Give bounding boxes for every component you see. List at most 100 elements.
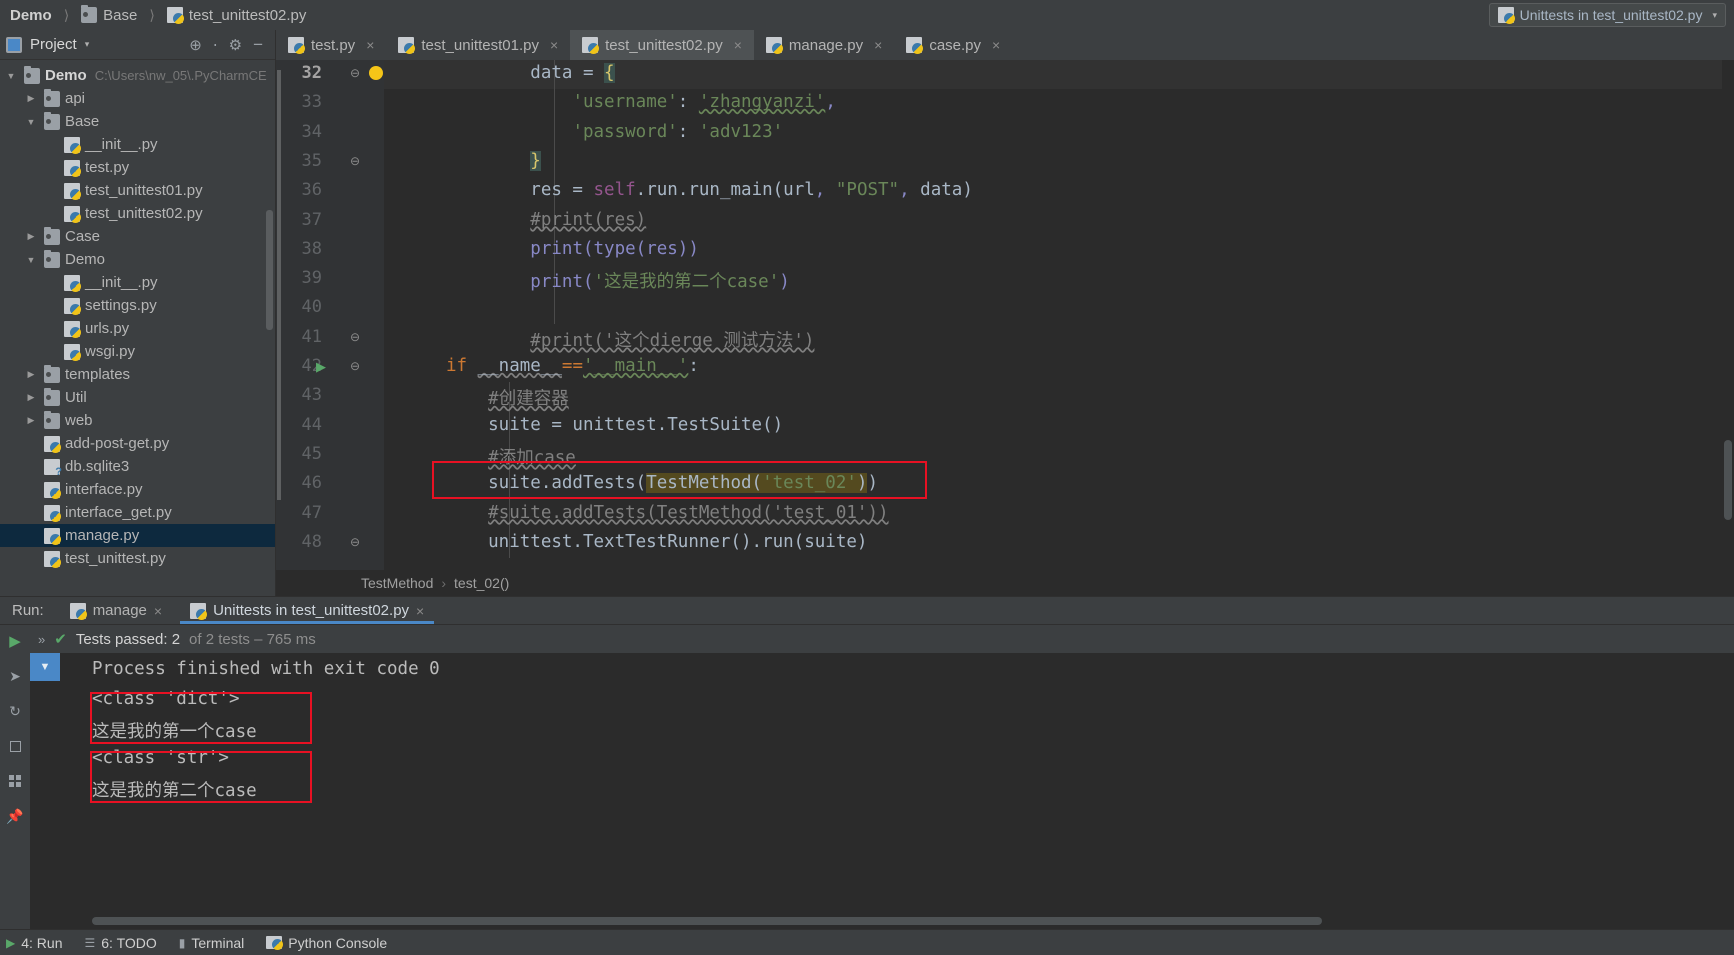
tree-item-test-py[interactable]: ▶test.py (0, 156, 275, 179)
breadcrumb-item-project[interactable]: Demo (10, 7, 52, 24)
tree-item-wsgi-py[interactable]: ▶wsgi.py (0, 340, 275, 363)
editor-scrollbar[interactable] (1722, 60, 1734, 570)
stop-icon[interactable] (5, 736, 25, 756)
code-fold-icon[interactable]: ⊖ (348, 154, 362, 168)
settings-gear-icon[interactable]: ⚙ (229, 36, 242, 54)
close-icon[interactable]: × (874, 37, 882, 53)
chevron-down-icon[interactable]: ▼ (24, 255, 38, 265)
chevron-right-icon[interactable]: ▶ (24, 93, 38, 104)
editor-tab-test-py[interactable]: test.py × (276, 30, 386, 60)
tree-item-web[interactable]: ▶ web (0, 409, 275, 432)
rerun-icon[interactable]: ▶ (5, 631, 25, 651)
tree-item-interface-get-py[interactable]: ▶interface_get.py (0, 501, 275, 524)
tree-item-label: templates (65, 366, 131, 383)
folder-icon (44, 387, 60, 406)
breadcrumb-method[interactable]: test_02() (454, 575, 509, 591)
status-item-terminal[interactable]: ▮ Terminal (179, 935, 245, 951)
editor-tab-test-unittest02-py[interactable]: test_unittest02.py × (570, 30, 754, 60)
tree-item-label: Demo (65, 251, 106, 268)
run-configuration-selector[interactable]: Unittests in test_unittest02.py ▾ (1488, 3, 1726, 27)
tree-item-base[interactable]: ▼ Base (0, 110, 275, 133)
close-icon[interactable]: × (734, 37, 742, 53)
tree-item-add-post-get-py[interactable]: ▶add-post-get.py (0, 432, 275, 455)
tree-item--init-py[interactable]: ▶__init__.py (0, 271, 275, 294)
close-icon[interactable]: × (550, 37, 558, 53)
editor-tab-bar[interactable]: test.py × test_unittest01.py × test_unittest… (276, 30, 1734, 60)
code-text-area[interactable]: data = { 'username': 'zhangyanzi', 'pass… (384, 60, 1734, 570)
code-line: } (530, 150, 541, 171)
breadcrumb-item-folder[interactable]: Base (103, 7, 137, 24)
line-number: 36 (301, 180, 322, 201)
console-line: 这是我的第一个case (92, 722, 257, 742)
editor-tab-case-py[interactable]: case.py × (894, 30, 1012, 60)
editor-tab-label: test.py (311, 36, 356, 54)
code-fold-icon[interactable]: ⊖ (348, 66, 362, 80)
tree-item-test-unittest-py[interactable]: ▶test_unittest.py (0, 547, 275, 570)
console-horizontal-scrollbar[interactable] (92, 917, 1322, 925)
pin-icon[interactable]: 📌 (5, 806, 25, 826)
breadcrumb-class[interactable]: TestMethod (361, 575, 433, 591)
close-icon[interactable]: × (154, 603, 162, 619)
project-sidebar: Project ▾ ⊕ ⋅ ⚙ − ▼ Demo C:\Users\nw_05\.P… (0, 30, 275, 596)
toggle-auto-test-icon[interactable]: ↻ (5, 701, 25, 721)
chevron-right-icon[interactable]: ▶ (24, 415, 38, 426)
tree-item-case[interactable]: ▶ Case (0, 225, 275, 248)
tree-item-templates[interactable]: ▶ templates (0, 363, 275, 386)
editor-gutter[interactable]: 32 33 34 35 36 37 38 39 40 41 42 43 44 45 46 47 48 ⊖ ⊖ ⊖ ⊖ ⊖ ▶ (276, 60, 384, 570)
console-line: <class 'str'> (92, 747, 229, 768)
status-item-run[interactable]: ▶ 4: Run (6, 935, 62, 951)
line-number: 47 (301, 502, 322, 523)
python-console-icon (266, 936, 284, 950)
run-console-output[interactable]: ▼ Process finished with exit code 0 <clas… (30, 653, 1734, 929)
rerun-failed-icon[interactable]: ➤ (5, 666, 25, 686)
hide-panel-icon[interactable]: − (253, 35, 263, 55)
project-file-tree[interactable]: ▼ Demo C:\Users\nw_05\.PyCharmCE ▶ api ▼ Base ▶… (0, 60, 275, 596)
python-file-icon (44, 435, 61, 453)
intention-bulb-icon[interactable] (369, 66, 383, 80)
tree-item-settings-py[interactable]: ▶settings.py (0, 294, 275, 317)
locate-icon[interactable]: ⊕ (189, 36, 202, 54)
expand-icon[interactable]: » (38, 632, 45, 647)
tree-item-urls-py[interactable]: ▶urls.py (0, 317, 275, 340)
tree-item-demo[interactable]: ▼ Demo (0, 248, 275, 271)
tree-item-interface-py[interactable]: ▶interface.py (0, 478, 275, 501)
close-icon[interactable]: × (366, 37, 374, 53)
status-item-todo[interactable]: ☰ 6: TODO (84, 935, 156, 951)
layout-icon[interactable] (5, 771, 25, 791)
code-fold-icon[interactable]: ⊖ (348, 330, 362, 344)
run-gutter-icon[interactable]: ▶ (316, 359, 326, 375)
tree-item-db-sqlite3[interactable]: ▶db.sqlite3 (0, 455, 275, 478)
run-tab-manage[interactable]: manage × (56, 597, 176, 624)
tree-item-manage-py[interactable]: ▶manage.py (0, 524, 275, 547)
editor-tab-test-unittest01-py[interactable]: test_unittest01.py × (386, 30, 570, 60)
breadcrumb-item-file[interactable]: test_unittest02.py (189, 7, 307, 24)
chevron-down-icon[interactable]: ▾ (85, 39, 90, 50)
tree-item--init-py[interactable]: ▶__init__.py (0, 133, 275, 156)
tree-item-api[interactable]: ▶ api (0, 87, 275, 110)
line-number: 45 (301, 443, 322, 464)
chevron-down-icon[interactable]: ▼ (4, 71, 18, 81)
close-icon[interactable]: × (992, 37, 1000, 53)
run-tab-label: manage (92, 602, 147, 619)
code-fold-icon[interactable]: ⊖ (348, 359, 362, 373)
tree-item-test-unittest01-py[interactable]: ▶test_unittest01.py (0, 179, 275, 202)
chevron-right-icon[interactable]: ▶ (24, 231, 38, 242)
run-toolbar[interactable]: ▶ ➤ ↻ 📌 (0, 625, 30, 929)
tree-item-test-unittest02-py[interactable]: ▶test_unittest02.py (0, 202, 275, 225)
code-fold-icon[interactable]: ⊖ (348, 535, 362, 549)
status-item-python-console[interactable]: Python Console (266, 935, 387, 951)
chevron-right-icon[interactable]: ▶ (24, 369, 38, 380)
console-fold-toggle[interactable]: ▼ (30, 653, 60, 681)
collapse-all-icon[interactable]: ⋅ (213, 36, 218, 54)
chevron-right-icon[interactable]: ▶ (24, 392, 38, 403)
editor-tab-manage-py[interactable]: manage.py × (754, 30, 894, 60)
tree-item-util[interactable]: ▶ Util (0, 386, 275, 409)
python-test-icon (1497, 7, 1515, 24)
tree-item-demo[interactable]: ▼ Demo C:\Users\nw_05\.PyCharmCE (0, 64, 275, 87)
todo-icon: ☰ (84, 935, 96, 950)
code-editor[interactable]: 32 33 34 35 36 37 38 39 40 41 42 43 44 45 46 47 48 ⊖ ⊖ ⊖ ⊖ ⊖ ▶… (276, 60, 1734, 570)
close-icon[interactable]: × (416, 603, 424, 619)
chevron-down-icon[interactable]: ▼ (24, 117, 38, 127)
sidebar-scrollbar[interactable] (266, 210, 273, 330)
run-tab-unittests-in-test-unittest02-py[interactable]: Unittests in test_unittest02.py × (176, 597, 438, 624)
